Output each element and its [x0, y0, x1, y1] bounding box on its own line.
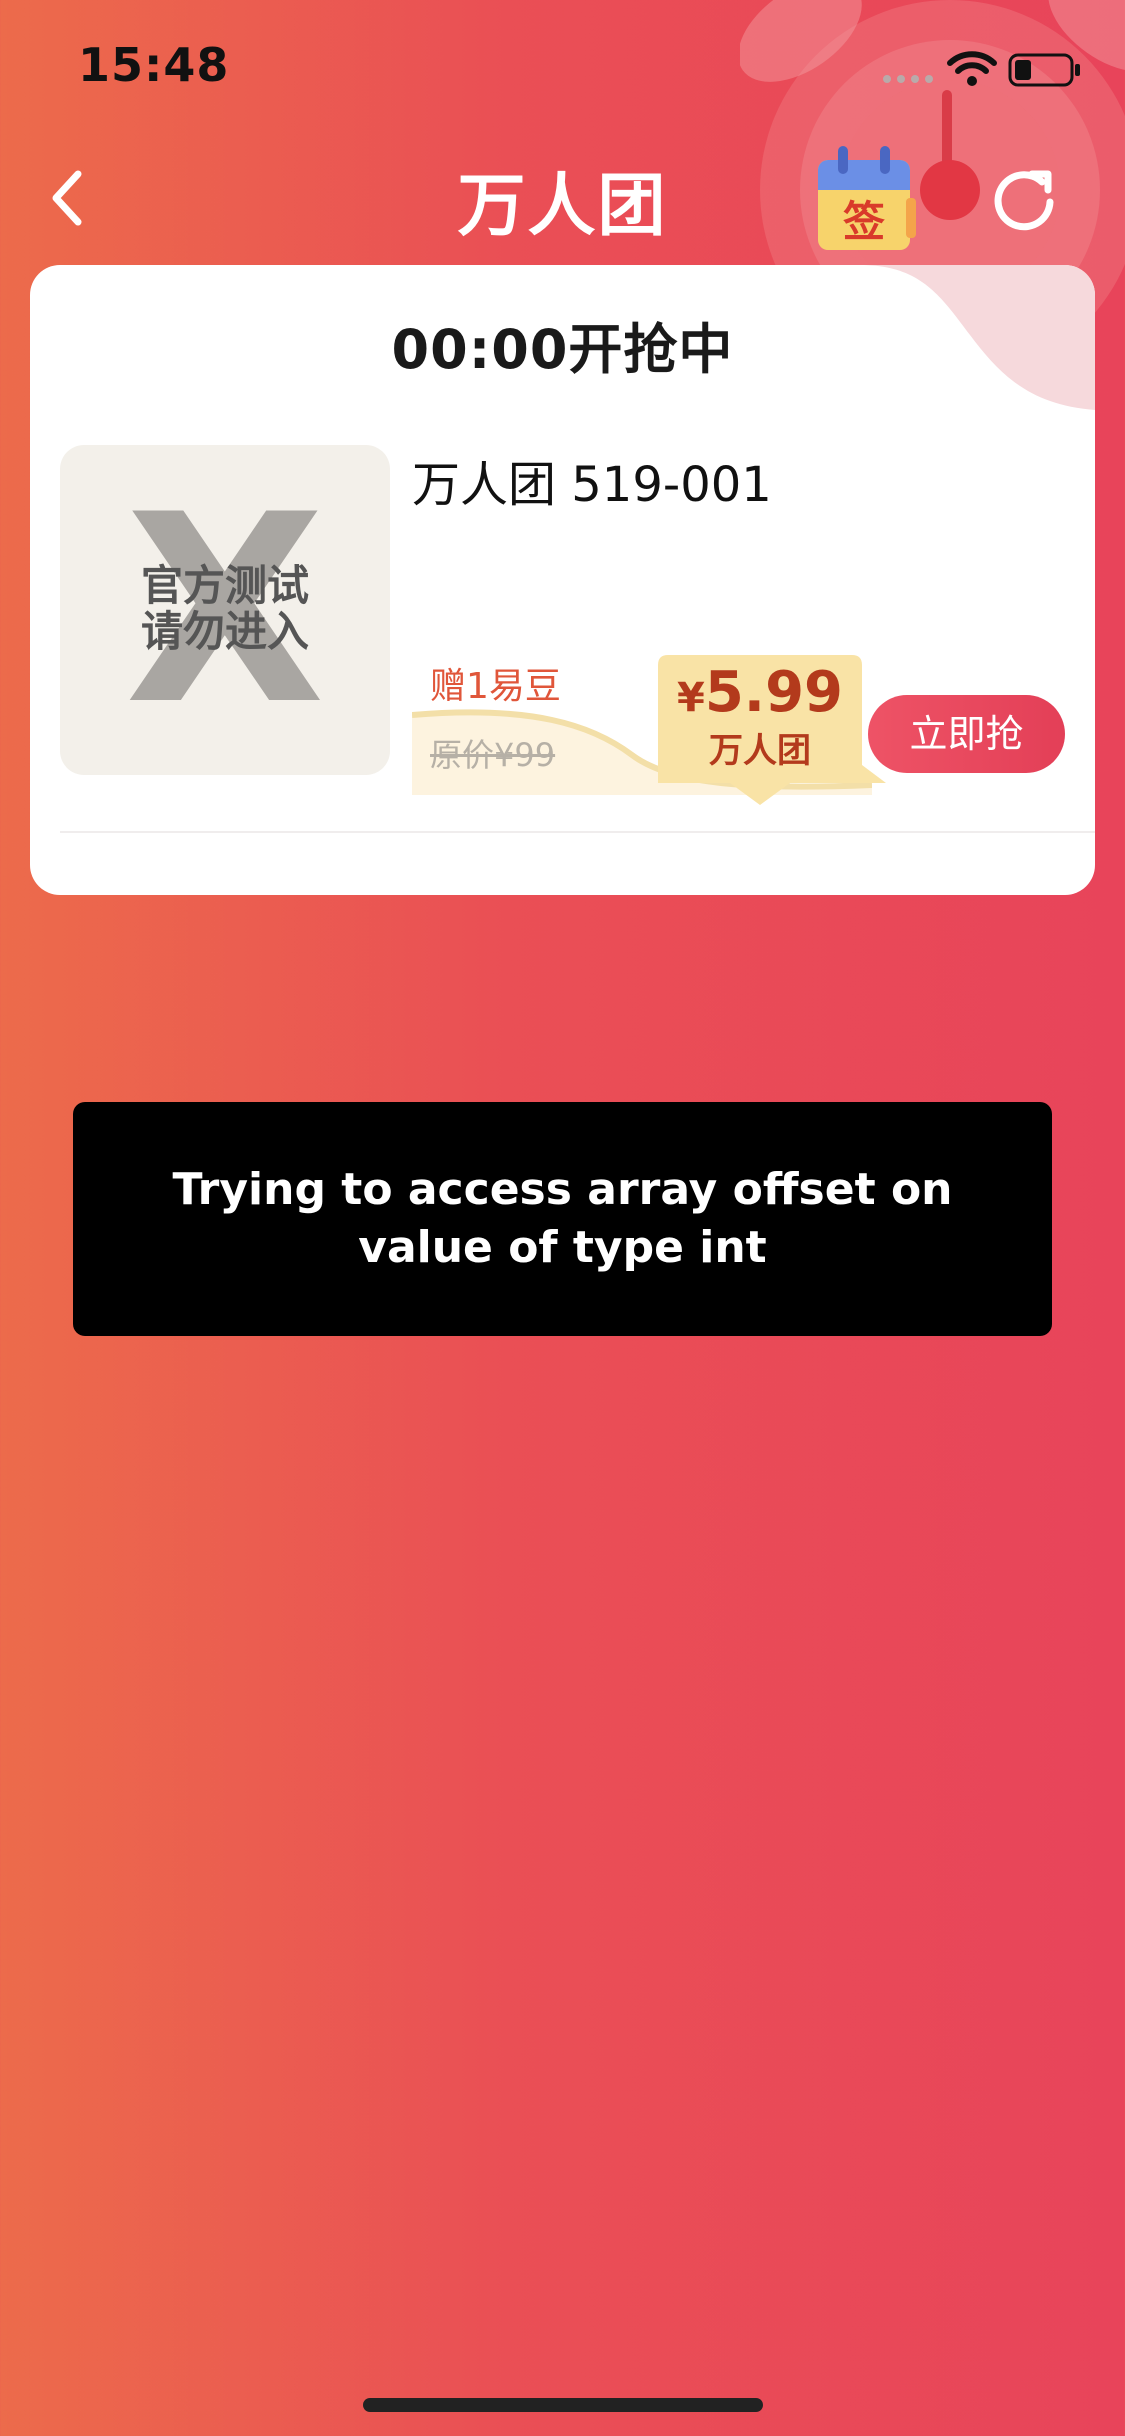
product-name[interactable]: 万人团 519-001: [412, 445, 772, 515]
signal-dots-icon: [883, 75, 933, 83]
product-image[interactable]: X 官方测试 请勿进入: [60, 445, 390, 775]
wifi-icon: [947, 51, 997, 86]
sale-status-heading: 00:00开抢中: [391, 318, 734, 381]
battery-icon: [1008, 53, 1080, 87]
price-tag: ¥5.99 万人团: [658, 655, 888, 805]
product-image-label: 官方测试 请勿进入: [140, 561, 309, 656]
status-time: 15:48: [78, 38, 230, 92]
error-toast: Trying to access array offset on value o…: [73, 1102, 1052, 1336]
price-label: 万人团: [709, 731, 811, 771]
page-title: 万人团: [457, 167, 668, 246]
signin-badge-text: 签: [843, 197, 885, 246]
signin-calendar-icon[interactable]: 签: [810, 138, 920, 258]
price-amount: 5.99: [704, 660, 843, 725]
status-bar: 15:48: [0, 0, 1125, 132]
bonus-points-text: 赠1易豆: [430, 666, 561, 707]
card-divider: [60, 831, 1095, 833]
group-buy-card: 00:00开抢中 X 官方测试 请勿进入 万人团 519-001 赠1易豆 原价…: [30, 265, 1095, 895]
original-price: 原价¥99: [430, 736, 556, 774]
refresh-icon[interactable]: [990, 162, 1060, 232]
error-toast-message: Trying to access array offset on value o…: [172, 1164, 953, 1273]
currency-symbol: ¥: [676, 675, 705, 721]
buy-now-button[interactable]: 立即抢: [868, 695, 1065, 773]
home-indicator[interactable]: [363, 2398, 763, 2412]
